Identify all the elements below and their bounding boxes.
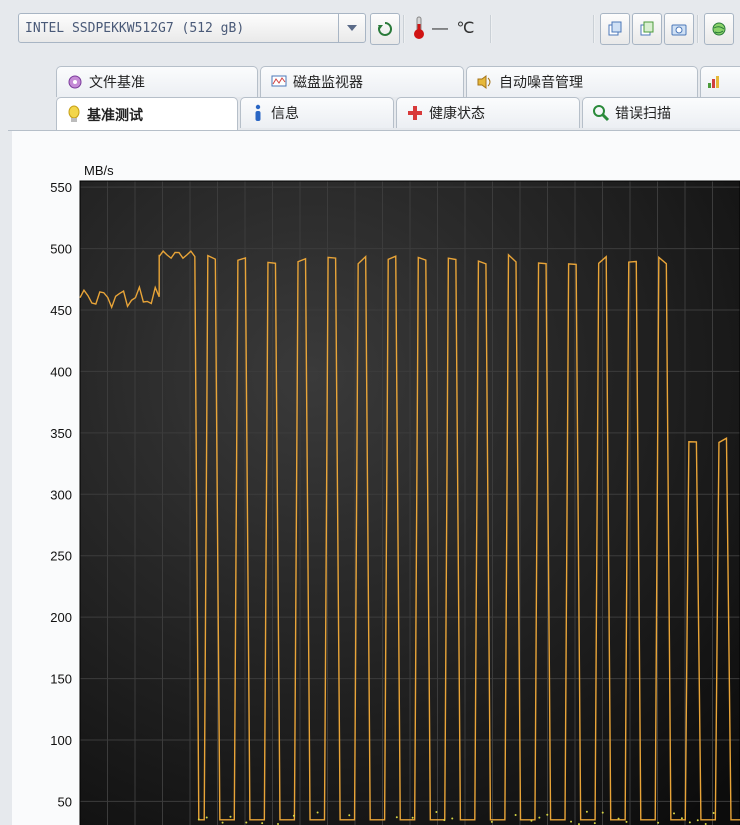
- y-tick: 450: [50, 303, 72, 318]
- tab-disk-monitor[interactable]: 磁盘监视器: [260, 66, 464, 97]
- toolbar-separator: [593, 15, 595, 43]
- temperature-value: —: [432, 20, 448, 37]
- y-tick: 100: [50, 733, 72, 748]
- copy-button-2[interactable]: [632, 13, 662, 45]
- y-tick: 500: [50, 242, 72, 257]
- tab-label: 错误扫描: [615, 103, 671, 123]
- y-tick: 50: [58, 794, 72, 809]
- plus-icon: [407, 105, 423, 121]
- copy-icon: [607, 21, 623, 37]
- tab-label: 信息: [271, 103, 299, 123]
- tab-label: 文件基准: [89, 72, 145, 92]
- file-bench-icon: [67, 74, 83, 90]
- magnifier-icon: [593, 105, 609, 121]
- globe-icon: [711, 21, 727, 37]
- tab-error-scan[interactable]: 错误扫描: [582, 97, 740, 128]
- y-tick: 150: [50, 672, 72, 687]
- tab-info[interactable]: 信息: [240, 97, 394, 128]
- chevron-down-icon: [338, 14, 365, 42]
- tab-health[interactable]: 健康状态: [396, 97, 580, 128]
- tab-bar-secondary: 文件基准 磁盘监视器 自动噪音管理: [56, 66, 740, 96]
- tab-label: 基准测试: [87, 105, 143, 125]
- info-icon: [251, 104, 265, 122]
- tab-file-benchmark[interactable]: 文件基准: [56, 66, 258, 97]
- refresh-button[interactable]: [370, 13, 400, 45]
- tab-aam[interactable]: 自动噪音管理: [466, 66, 698, 97]
- tab-bar-primary: 基准测试 信息 健康状态 错误扫描: [56, 97, 740, 131]
- tab-more[interactable]: [700, 66, 740, 97]
- camera-icon: [671, 22, 687, 36]
- drive-select[interactable]: INTEL SSDPEKKW512G7 (512 gB): [18, 13, 366, 43]
- y-tick: 400: [50, 364, 72, 379]
- copy-button-1[interactable]: [600, 13, 630, 45]
- y-tick: 350: [50, 426, 72, 441]
- thermometer-icon: [412, 16, 426, 40]
- toolbar-separator: [697, 15, 699, 43]
- y-tick: 250: [50, 549, 72, 564]
- chart-icon: [707, 75, 721, 89]
- y-tick: 200: [50, 610, 72, 625]
- temperature-readout: — ℃: [412, 16, 474, 40]
- tab-label: 磁盘监视器: [293, 72, 363, 92]
- toolbar-separator: [490, 15, 492, 43]
- bulb-icon: [67, 106, 81, 124]
- globe-button[interactable]: [704, 13, 734, 45]
- temperature-unit: ℃: [456, 20, 474, 37]
- monitor-icon: [271, 75, 287, 89]
- copy-icon: [639, 21, 655, 37]
- benchmark-chart: 50 100 150 200 250 300 350 400 450 500 550 MB/s: [12, 131, 740, 825]
- drive-select-value: INTEL SSDPEKKW512G7 (512 gB): [25, 21, 338, 36]
- toolbar-separator: [403, 15, 405, 43]
- tab-label: 自动噪音管理: [499, 72, 583, 92]
- chart-ylabel: MB/s: [84, 163, 114, 178]
- speaker-icon: [477, 75, 493, 89]
- top-toolbar: INTEL SSDPEKKW512G7 (512 gB) — ℃: [0, 13, 740, 45]
- tab-label: 健康状态: [429, 103, 485, 123]
- y-tick: 300: [50, 487, 72, 502]
- refresh-icon: [377, 21, 393, 37]
- tab-benchmark[interactable]: 基准测试: [56, 97, 238, 132]
- y-tick: 550: [50, 180, 72, 195]
- screenshot-button[interactable]: [664, 13, 694, 45]
